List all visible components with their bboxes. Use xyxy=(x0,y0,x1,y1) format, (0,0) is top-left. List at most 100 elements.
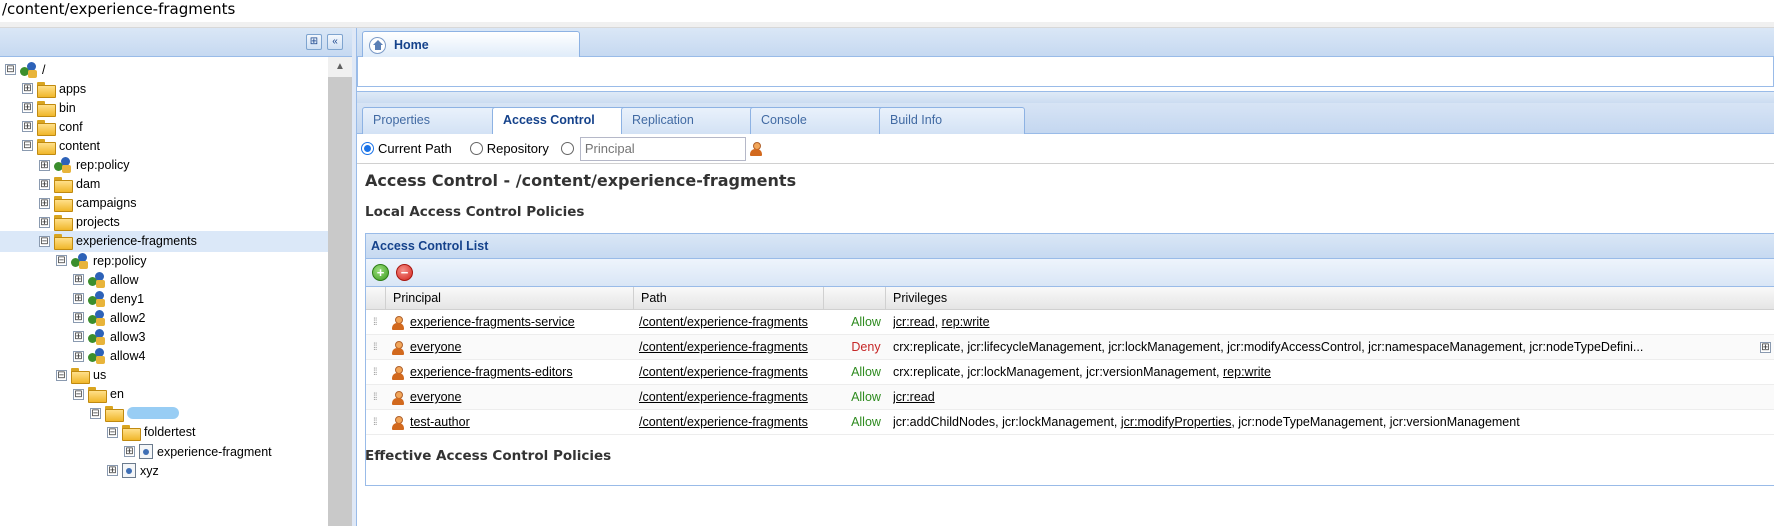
acl-entry-row[interactable]: ⁞⁞ experience-fragments-editors/content/e… xyxy=(366,360,1774,385)
path-link[interactable]: /content/experience-fragments xyxy=(639,340,808,354)
tree-node[interactable]: ⊞ allow4 xyxy=(0,346,328,367)
tree-node[interactable]: ⊟ content xyxy=(0,135,328,156)
principal-link[interactable]: test-author xyxy=(410,410,470,435)
scroll-up-icon[interactable]: ▲ xyxy=(328,57,352,77)
principal-link[interactable]: experience-fragments-editors xyxy=(410,360,573,385)
tree-node[interactable]: ⊞ projects xyxy=(0,212,328,233)
remove-entry-button[interactable]: − xyxy=(396,264,413,281)
column-principal[interactable]: Principal xyxy=(385,287,633,310)
page-node-icon xyxy=(122,463,136,479)
privilege-link[interactable]: jcr:read xyxy=(893,390,935,404)
tab-home[interactable]: Home xyxy=(362,31,580,58)
collapse-node-icon[interactable]: ⊟ xyxy=(56,255,67,266)
tree-node[interactable]: ⊞ campaigns xyxy=(0,193,328,214)
principal-input[interactable] xyxy=(579,136,746,161)
tree-node[interactable]: ⊞ deny1 xyxy=(0,288,328,309)
privileges-cell: jcr:read xyxy=(893,385,1743,410)
drag-handle-icon[interactable]: ⁞⁞ xyxy=(373,410,381,435)
expand-node-icon[interactable]: ⊞ xyxy=(39,159,50,171)
privilege-link[interactable]: rep:write xyxy=(942,315,990,329)
tree-node[interactable]: ⊟ xyxy=(0,403,328,424)
privilege-link[interactable]: jcr:read xyxy=(893,315,935,329)
expand-node-icon[interactable]: ⊞ xyxy=(73,293,84,305)
expand-node-icon[interactable]: ⊞ xyxy=(22,102,33,114)
path-link[interactable]: /content/experience-fragments xyxy=(639,365,808,379)
drag-handle-icon[interactable]: ⁞⁞ xyxy=(373,310,381,335)
expand-node-icon[interactable]: ⊞ xyxy=(22,83,33,95)
tree-node[interactable]: ⊟ experience-fragments xyxy=(0,230,328,252)
path-link[interactable]: /content/experience-fragments xyxy=(639,390,808,404)
expand-node-icon[interactable]: ⊞ xyxy=(73,274,84,286)
principal-link[interactable]: everyone xyxy=(410,335,461,360)
tree-scrollbar[interactable]: ▲ xyxy=(328,57,352,526)
tree-node[interactable]: ⊞ rep:policy xyxy=(0,155,328,176)
column-path[interactable]: Path xyxy=(633,287,823,310)
privilege-link[interactable]: jcr:modifyProperties xyxy=(1121,415,1231,429)
tree-node[interactable]: ⊟ en xyxy=(0,384,328,405)
collapse-node-icon[interactable]: ⊟ xyxy=(22,140,33,152)
column-effect[interactable] xyxy=(823,287,885,310)
expand-privileges-icon[interactable]: ⊞ xyxy=(1760,342,1771,353)
privilege-link[interactable]: rep:write xyxy=(1223,365,1271,379)
collapse-node-icon[interactable]: ⊟ xyxy=(107,426,118,438)
tree-node-label: / xyxy=(42,62,46,77)
tree-node-label: deny1 xyxy=(110,291,145,306)
tree-node-label: bin xyxy=(59,100,76,115)
principal-link[interactable]: everyone xyxy=(410,385,461,410)
tree-node[interactable]: ⊟ rep:policy xyxy=(0,250,328,271)
tree-node[interactable]: ⊞ xyz xyxy=(0,460,328,481)
drag-handle-icon[interactable]: ⁞⁞ xyxy=(373,335,381,360)
tab-access-control[interactable]: Access Control xyxy=(492,107,638,135)
tab-build-info[interactable]: Build Info xyxy=(879,107,1025,134)
collapse-node-icon[interactable]: ⊟ xyxy=(90,407,101,419)
tree-node[interactable]: ⊞ allow xyxy=(0,269,328,290)
add-entry-button[interactable]: + xyxy=(372,264,389,281)
tree-node[interactable]: ⊞ conf xyxy=(0,116,328,137)
tree-node[interactable]: ⊟ / xyxy=(0,59,328,80)
expand-node-icon[interactable]: ⊞ xyxy=(73,331,84,343)
tree-node[interactable]: ⊞ dam xyxy=(0,174,328,195)
select-principal-user-icon[interactable] xyxy=(749,141,762,156)
drag-handle-icon[interactable]: ⁞⁞ xyxy=(373,360,381,385)
path-bar[interactable]: /content/experience-fragments xyxy=(0,0,1774,22)
collapse-node-icon[interactable]: ⊟ xyxy=(5,64,16,75)
current-path-radio[interactable] xyxy=(361,142,374,155)
expand-node-icon[interactable]: ⊞ xyxy=(124,446,135,457)
collapse-node-icon[interactable]: ⊟ xyxy=(56,369,67,381)
tab-replication[interactable]: Replication xyxy=(621,107,767,134)
acl-entry-row[interactable]: ⁞⁞ test-author/content/experience-fragmen… xyxy=(366,410,1774,435)
acl-entry-row[interactable]: ⁞⁞ everyone/content/experience-fragments A… xyxy=(366,385,1774,410)
tree-node[interactable]: ⊟ foldertest xyxy=(0,422,328,443)
tree-node[interactable]: ⊟ us xyxy=(0,365,328,386)
column-privileges[interactable]: Privileges xyxy=(885,287,1774,310)
drag-handle-icon[interactable]: ⁞⁞ xyxy=(373,385,381,410)
binoculars-icon[interactable]: ⊞ xyxy=(306,34,322,50)
expand-node-icon[interactable]: ⊞ xyxy=(107,465,118,477)
collapse-node-icon[interactable]: ⊟ xyxy=(39,235,50,247)
tree-node[interactable]: ⊞ bin xyxy=(0,97,328,118)
expand-node-icon[interactable]: ⊞ xyxy=(39,178,50,190)
tree-node[interactable]: ⊞ allow2 xyxy=(0,307,328,328)
path-link[interactable]: /content/experience-fragments xyxy=(639,315,808,329)
expand-node-icon[interactable]: ⊞ xyxy=(39,216,50,228)
principal-radio[interactable] xyxy=(560,142,574,155)
path-link[interactable]: /content/experience-fragments xyxy=(639,415,808,429)
collapse-left-icon[interactable]: « xyxy=(327,34,343,50)
expand-node-icon[interactable]: ⊞ xyxy=(73,350,84,362)
acl-entry-row[interactable]: ⁞⁞ everyone/content/experience-fragments D… xyxy=(366,335,1774,360)
tree-node[interactable]: ⊞ apps xyxy=(0,78,328,99)
expand-node-icon[interactable]: ⊞ xyxy=(39,197,50,209)
principal-link[interactable]: experience-fragments-service xyxy=(410,310,575,335)
access-policy-icon xyxy=(88,328,106,345)
acl-panel-title: Access Control List xyxy=(366,234,1774,259)
tree-node[interactable]: ⊞ experience-fragment xyxy=(0,441,328,462)
access-policy-icon xyxy=(20,61,38,78)
tab-console[interactable]: Console xyxy=(750,107,896,134)
repository-radio[interactable] xyxy=(469,142,483,155)
expand-node-icon[interactable]: ⊞ xyxy=(73,312,84,324)
tab-properties[interactable]: Properties xyxy=(362,107,508,134)
acl-entry-row[interactable]: ⁞⁞ experience-fragments-service/content/e… xyxy=(366,310,1774,335)
collapse-node-icon[interactable]: ⊟ xyxy=(73,388,84,400)
tree-node[interactable]: ⊞ allow3 xyxy=(0,326,328,347)
expand-node-icon[interactable]: ⊞ xyxy=(22,121,33,133)
